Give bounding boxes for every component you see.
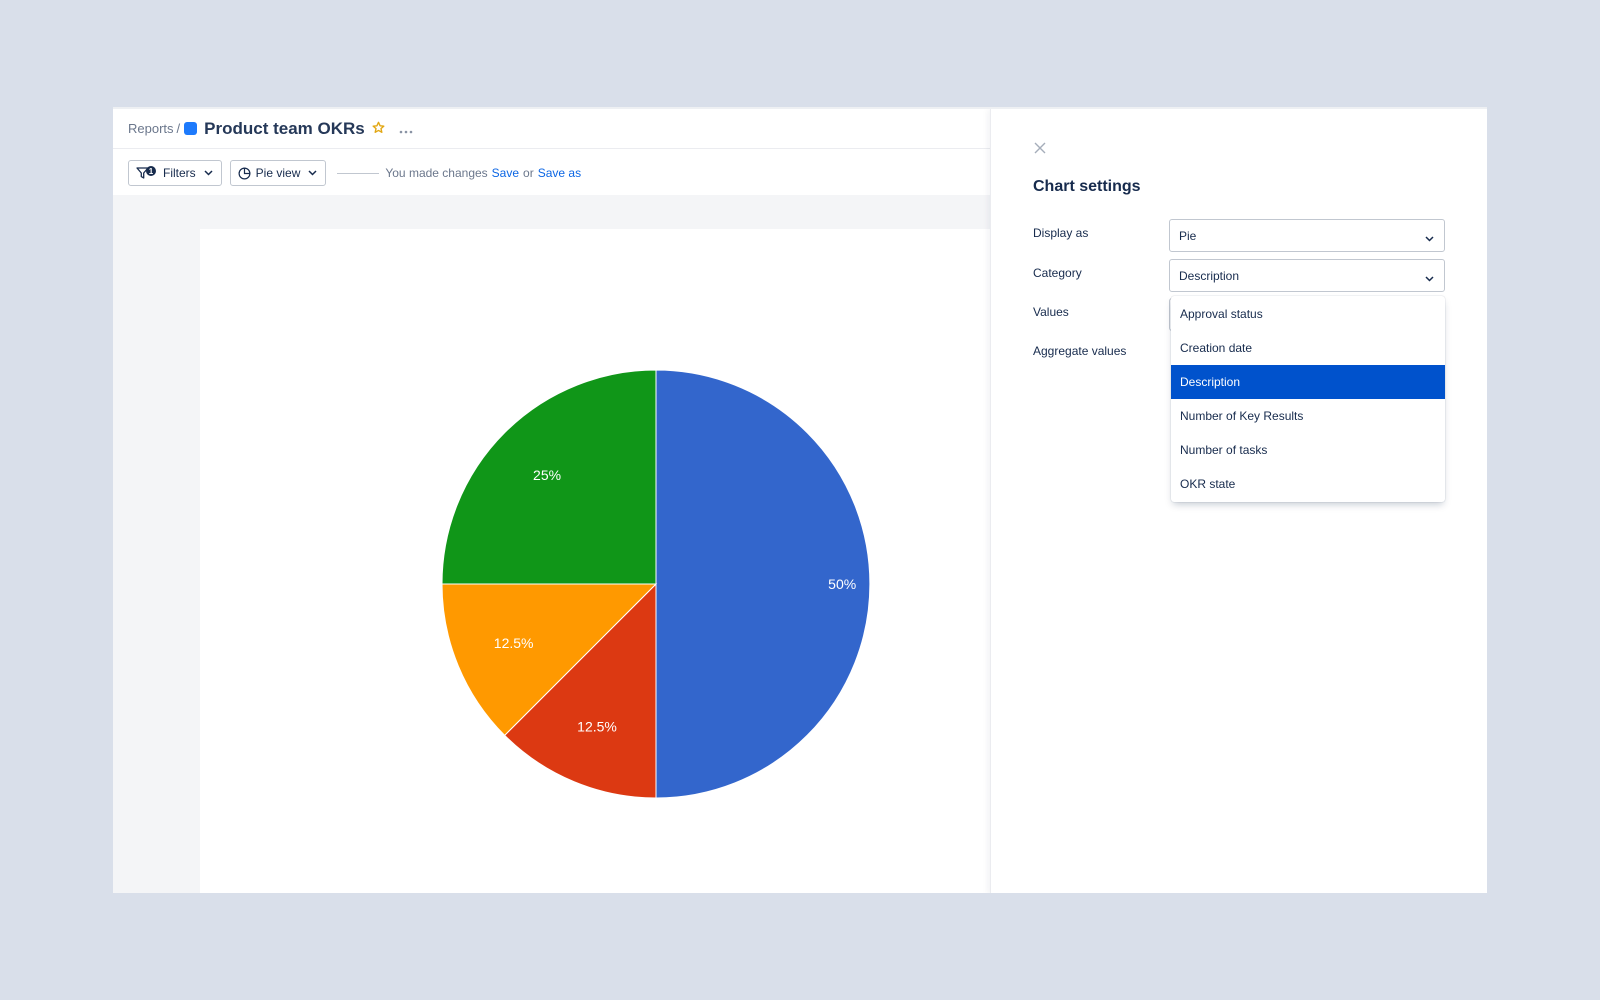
save-as-link[interactable]: Save as — [538, 166, 581, 180]
category-dropdown-menu: Approval status Creation date Description N… — [1171, 296, 1445, 502]
view-label: Pie view — [255, 166, 301, 180]
category-select[interactable]: Description — [1169, 259, 1445, 292]
pie-data-label: 12.5% — [494, 635, 534, 651]
chevron-down-icon — [1425, 271, 1434, 285]
save-link[interactable]: Save — [492, 166, 519, 180]
dropdown-option[interactable]: Description — [1171, 365, 1445, 399]
display-as-select[interactable]: Pie — [1169, 219, 1445, 252]
divider — [337, 172, 380, 174]
changes-status-text: You made changes — [385, 166, 488, 180]
report-toolbar: 1 Filters Pie view You made changes Save… — [128, 160, 581, 186]
chevron-down-icon — [1425, 231, 1434, 245]
values-label: Values — [1033, 305, 1069, 319]
chevron-down-icon — [204, 170, 213, 176]
aggregate-values-label: Aggregate values — [1033, 344, 1127, 358]
filters-button[interactable]: 1 Filters — [128, 160, 222, 186]
pie-chart-icon — [238, 167, 251, 180]
chart-card: 50%12.5%12.5%25% As a first s need to be… — [200, 229, 1053, 893]
dropdown-option[interactable]: Approval status — [1171, 297, 1445, 331]
filters-count-badge: 1 — [149, 167, 154, 176]
chart-settings-panel: Chart settings Display as Pie Category D… — [990, 109, 1487, 893]
breadcrumb-reports[interactable]: Reports — [128, 121, 174, 136]
category-label: Category — [1033, 266, 1082, 280]
filters-label: Filters — [163, 166, 196, 180]
chevron-down-icon — [308, 170, 317, 176]
filter-icon: 1 — [136, 166, 158, 180]
dropdown-option[interactable]: Number of tasks — [1171, 433, 1445, 467]
more-icon[interactable] — [399, 121, 413, 137]
display-as-value: Pie — [1179, 228, 1197, 243]
dropdown-option[interactable]: OKR state — [1171, 467, 1445, 501]
page-icon — [184, 122, 198, 135]
dropdown-option[interactable]: Creation date — [1171, 331, 1445, 365]
page-title: Product team OKRs — [204, 118, 365, 138]
breadcrumb-separator: / — [176, 121, 181, 136]
star-icon[interactable] — [372, 121, 385, 137]
category-value: Description — [1179, 268, 1240, 283]
pie-data-label: 25% — [533, 467, 561, 483]
page-header: Reports / Product team OKRs — [113, 109, 990, 149]
pie-chart: 50% 12.5% 12.5% 25% — [441, 369, 871, 799]
app-window: Reports / Product team OKRs 1 Filters Pi… — [113, 107, 1487, 893]
close-icon[interactable] — [1033, 141, 1049, 157]
display-as-label: Display as — [1033, 226, 1089, 240]
or-text: or — [523, 166, 534, 180]
pie-data-label: 12.5% — [577, 718, 617, 734]
view-selector-button[interactable]: Pie view — [229, 160, 327, 186]
dropdown-option[interactable]: Number of Key Results — [1171, 399, 1445, 433]
panel-title: Chart settings — [1033, 178, 1141, 195]
pie-data-label: 50% — [828, 576, 856, 592]
